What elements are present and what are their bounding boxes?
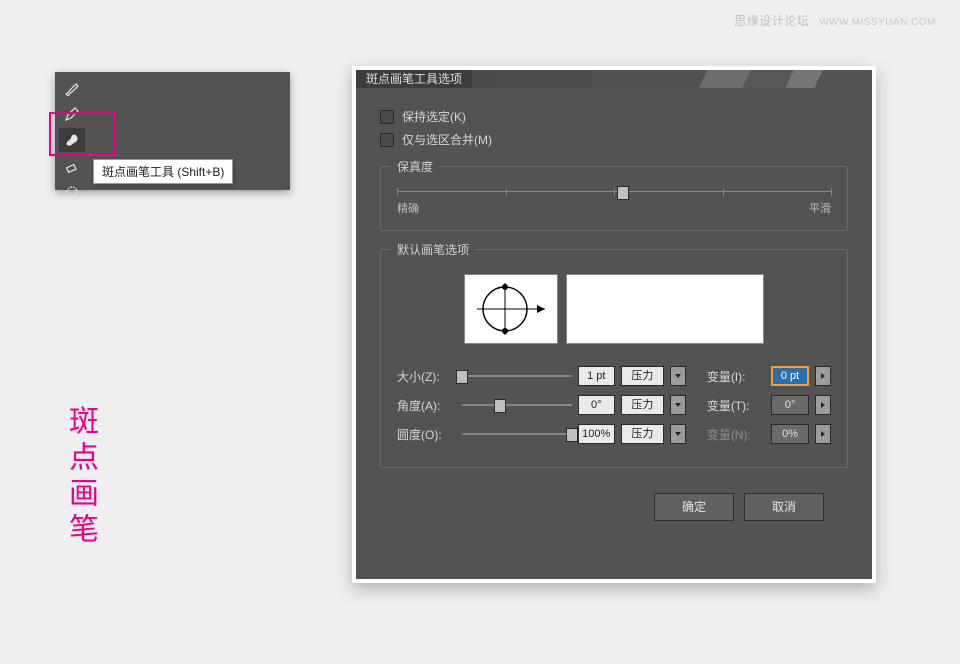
tool-tooltip: 斑点画笔工具 (Shift+B): [93, 159, 233, 184]
merge-only-checkbox[interactable]: 仅与选区合并(M): [380, 131, 848, 148]
play-icon[interactable]: [815, 395, 831, 415]
fidelity-slider-thumb[interactable]: [617, 186, 629, 200]
option-mode-select[interactable]: 压力: [621, 424, 664, 444]
pencil-icon[interactable]: [59, 102, 85, 126]
option-label: 大小(Z):: [397, 368, 456, 385]
keep-selected-label: 保持选定(K): [402, 108, 466, 125]
chevron-down-icon[interactable]: [670, 395, 686, 415]
checkbox-icon: [380, 133, 394, 147]
checkbox-icon: [380, 110, 394, 124]
vertical-caption: 斑点画笔: [58, 405, 103, 549]
option-label: 圆度(O):: [397, 426, 456, 443]
watermark-site: 思缘设计论坛: [734, 14, 809, 28]
fidelity-left-label: 精确: [397, 200, 419, 216]
blob-brush-options-dialog: 斑点画笔工具选项 保持选定(K) 仅与选区合并(M) 保真度 精确 平滑: [352, 66, 876, 583]
option-label: 角度(A):: [397, 397, 456, 414]
option-slider[interactable]: [462, 370, 572, 382]
option-variation-value[interactable]: 0 pt: [771, 366, 808, 386]
option-variation-label: 变量(T):: [707, 397, 766, 414]
option-value[interactable]: 0°: [578, 395, 615, 415]
option-mode-select[interactable]: 压力: [621, 366, 664, 386]
fidelity-right-label: 平滑: [809, 200, 831, 216]
default-brush-group: 默认画笔选项 大小(Z):1 pt压力变量(I):: [380, 249, 848, 468]
play-icon[interactable]: [815, 366, 831, 386]
merge-only-label: 仅与选区合并(M): [402, 131, 492, 148]
brush-option-row: 大小(Z): 1 pt 压力 变量(I): 0 pt: [397, 366, 831, 386]
brush-angle-preview[interactable]: [464, 274, 558, 344]
fidelity-title: 保真度: [391, 158, 439, 175]
chevron-down-icon[interactable]: [670, 366, 686, 386]
fidelity-group: 保真度 精确 平滑: [380, 166, 848, 231]
brush-stroke-preview: [566, 274, 764, 344]
watermark: 思缘设计论坛 WWW.MISSYUAN.COM: [734, 12, 936, 29]
titlebar-accent: [592, 70, 872, 88]
keep-selected-checkbox[interactable]: 保持选定(K): [380, 108, 848, 125]
cancel-button[interactable]: 取消: [744, 493, 824, 521]
option-slider[interactable]: [462, 428, 572, 440]
eraser-icon[interactable]: [59, 154, 85, 178]
play-icon[interactable]: [815, 424, 831, 444]
chevron-down-icon[interactable]: [670, 424, 686, 444]
option-variation-label: 变量(I):: [707, 368, 766, 385]
rotate-icon[interactable]: [59, 180, 85, 204]
option-slider[interactable]: [462, 399, 572, 411]
paintbrush-icon[interactable]: [59, 76, 85, 100]
default-brush-title: 默认画笔选项: [391, 241, 475, 258]
option-variation-value[interactable]: 0%: [771, 424, 808, 444]
option-value[interactable]: 1 pt: [578, 366, 615, 386]
ok-button[interactable]: 确定: [654, 493, 734, 521]
option-variation-label: 变量(N):: [707, 426, 766, 443]
watermark-url: WWW.MISSYUAN.COM: [819, 17, 936, 28]
option-variation-value[interactable]: 0°: [771, 395, 808, 415]
dialog-title: 斑点画笔工具选项: [356, 70, 472, 88]
brush-option-row: 圆度(O): 100% 压力 变量(N): 0%: [397, 424, 831, 444]
dialog-titlebar: 斑点画笔工具选项: [356, 70, 872, 88]
option-mode-select[interactable]: 压力: [621, 395, 664, 415]
fidelity-slider[interactable]: [397, 191, 831, 192]
option-value[interactable]: 100%: [578, 424, 615, 444]
brush-option-row: 角度(A): 0° 压力 变量(T): 0°: [397, 395, 831, 415]
blob-brush-icon[interactable]: [59, 128, 85, 152]
